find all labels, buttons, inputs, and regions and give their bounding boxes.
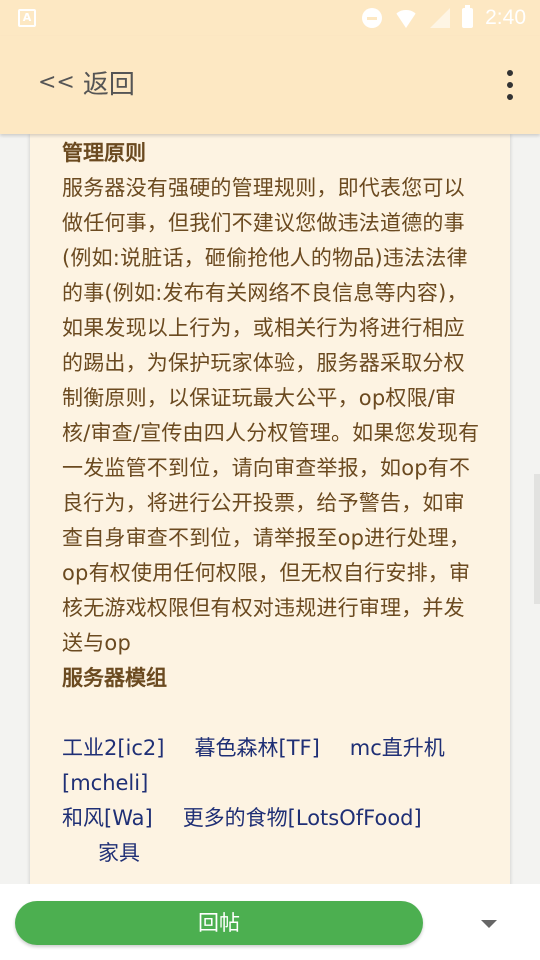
- mod-link[interactable]: 工业2[ic2]: [62, 736, 165, 760]
- reply-button[interactable]: 回帖: [15, 901, 423, 945]
- bottom-bar: 回帖: [0, 884, 540, 960]
- section-body-management: 服务器没有强硬的管理规则，即代表您可以做任何事，但我们不建议您做违法道德的事(例…: [62, 176, 480, 655]
- mod-list: 工业2[ic2] 暮色森林[TF] mc直升机[mcheli] 和风[Wa] 更多的食…: [62, 731, 480, 871]
- mod-row: 和风[Wa] 更多的食物[LotsOfFood]: [62, 801, 480, 836]
- clock: 2:40: [485, 6, 526, 29]
- mod-row: 工业2[ic2] 暮色森林[TF] mc直升机[mcheli]: [62, 731, 480, 801]
- status-bar: A 2:40: [0, 0, 540, 36]
- app-bar: << 返回: [0, 36, 540, 134]
- notification-icon: A: [18, 9, 36, 27]
- section-title-mods: 服务器模组: [62, 666, 167, 690]
- back-label: 返回: [82, 69, 135, 100]
- signal-icon: [430, 8, 451, 28]
- back-button[interactable]: << 返回: [38, 64, 135, 100]
- more-vert-icon[interactable]: [502, 70, 518, 100]
- mod-link[interactable]: 家具: [98, 841, 140, 865]
- mod-link[interactable]: 和风[Wa]: [62, 806, 153, 830]
- mod-link[interactable]: 更多的食物[LotsOfFood]: [183, 806, 422, 830]
- status-icons: 2:40: [362, 5, 526, 30]
- post-content-area[interactable]: 管理原则 服务器没有强硬的管理规则，即代表您可以做任何事，但我们不建议您做违法道…: [0, 134, 540, 884]
- dnd-icon: [362, 8, 383, 28]
- wifi-icon: [394, 10, 419, 28]
- battery-icon: [462, 5, 474, 28]
- post-card: 管理原则 服务器没有强硬的管理规则，即代表您可以做任何事，但我们不建议您做违法道…: [30, 134, 510, 884]
- mod-link[interactable]: 暮色森林[TF]: [195, 736, 320, 760]
- triangle-down-icon[interactable]: [478, 914, 500, 936]
- section-title-management: 管理原则: [62, 141, 146, 165]
- back-chevron-icon: <<: [38, 69, 75, 95]
- scrollbar[interactable]: [534, 474, 540, 604]
- mod-row: 家具: [62, 836, 480, 871]
